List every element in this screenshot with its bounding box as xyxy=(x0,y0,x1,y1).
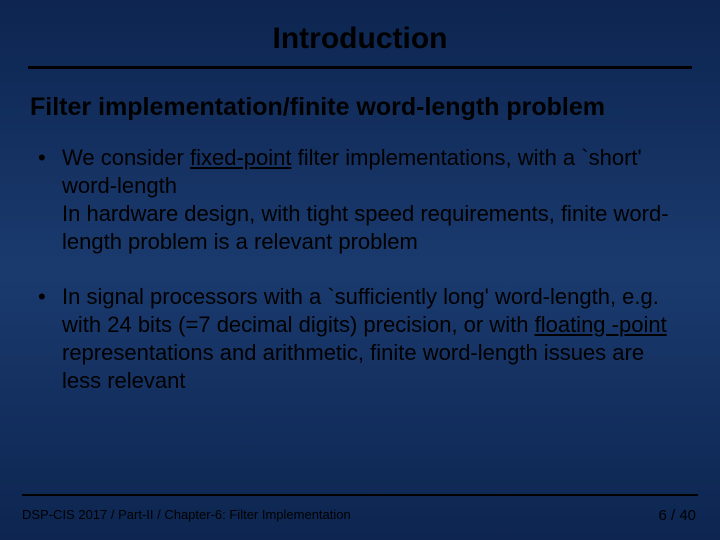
footer-divider xyxy=(22,494,698,496)
title-divider xyxy=(28,66,692,69)
footer-left: DSP-CIS 2017 / Part-II / Chapter-6: Filt… xyxy=(22,507,351,522)
bullet-text: representations and arithmetic, finite w… xyxy=(62,340,644,393)
slide-subtitle: Filter implementation/finite word-length… xyxy=(30,93,690,122)
bullet-text: In hardware design, with tight speed req… xyxy=(62,201,669,254)
bullet-underline: fixed-point xyxy=(190,145,292,170)
bullet-underline: floating -point xyxy=(535,312,667,337)
page-number: 6 / 40 xyxy=(658,507,696,524)
bullet-item: We consider fixed-point filter implement… xyxy=(32,144,682,257)
slide: Introduction Filter implementation/finit… xyxy=(0,0,720,540)
bullet-item: In signal processors with a `sufficientl… xyxy=(32,283,682,396)
bullet-list: We consider fixed-point filter implement… xyxy=(28,144,692,395)
bullet-text: We consider xyxy=(62,145,190,170)
slide-title: Introduction xyxy=(28,22,692,56)
